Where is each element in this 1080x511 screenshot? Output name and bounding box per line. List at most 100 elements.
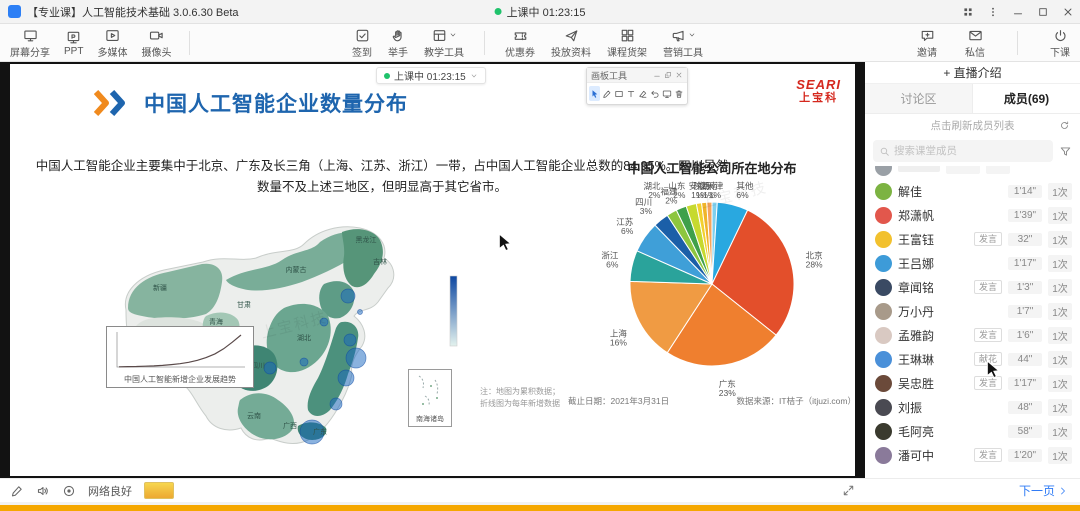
member-name: 解佳 [898,183,968,200]
member-row[interactable]: 万小丹发言1'7"1次 [865,299,1080,323]
member-row[interactable]: 王琳琳献花44"1次 [865,347,1080,371]
member-name: 万小丹 [898,303,968,320]
volume-icon[interactable] [36,484,50,498]
more-menu-icon[interactable] [980,0,1005,23]
toolbar-item-raise-hand[interactable]: 举手 [388,27,408,59]
toolbar-item-label: 多媒体 [97,44,127,59]
palette-titlebar[interactable]: 画板工具 [587,68,687,83]
avatar [875,375,892,392]
member-count: 1次 [1048,231,1072,248]
marketing-tools-icon [671,27,696,43]
record-icon[interactable] [62,484,76,498]
slide-thumbnail[interactable] [144,482,174,499]
toolbar-divider [1017,31,1018,55]
member-talk-time: 32" [1008,233,1042,246]
refresh-icon[interactable] [1059,120,1070,131]
fullscreen-icon[interactable] [842,484,855,497]
pen-tool-icon[interactable] [601,86,612,101]
member-row[interactable]: 毛阿亮发言58"1次 [865,419,1080,443]
member-count: 1次 [1048,351,1072,368]
palette-popout-icon[interactable] [664,71,672,79]
member-talk-time: 1'14" [1008,185,1042,198]
toolbar-item-check-in[interactable]: 签到 [352,27,372,59]
class-timer-text: 上课中 01:23:15 [394,68,466,83]
toolbar-item-label: 摄像头 [141,44,171,59]
member-count: 1次 [1048,279,1072,296]
tab-members[interactable]: 成员(69) [973,84,1080,113]
map-note: 注：地图为累积数据； 折线图为每年新增数据 [480,386,560,410]
south-sea-label: 南海诸岛 [409,414,451,424]
member-row[interactable]: 解佳发言1'14"1次 [865,179,1080,203]
toolbar-item-coupon[interactable]: 优惠券 [505,27,535,59]
refresh-members-row[interactable]: 点击刷新成员列表 [865,114,1080,136]
undo-tool-icon[interactable] [649,86,660,101]
member-row[interactable]: 郑潇帆发言1'39"1次 [865,203,1080,227]
member-count: 1次 [1048,183,1072,200]
trend-inset-chart: 中国人工智能新增企业发展趋势 [106,326,254,388]
search-input[interactable] [894,145,1047,157]
toolbar: 屏幕分享 PPT 多媒体摄像头 签到举手教学工具 优惠券投放资料课程货架营销工具 邀请… [0,24,1080,62]
member-row[interactable]: 章闻铭发言1'3"1次 [865,275,1080,299]
apps-grid-icon[interactable] [955,0,980,23]
filter-icon[interactable] [1059,145,1072,158]
tab-discussion[interactable]: 讨论区 [865,84,973,113]
member-row[interactable]: 刘振发言48"1次 [865,395,1080,419]
toolbar-item-materials[interactable]: 投放资料 [551,27,591,59]
toolbar-item-ppt[interactable]: PPT [64,29,83,57]
screen-tool-icon[interactable] [661,86,672,101]
slide-canvas: 上课中 01:23:15 画板工具 SEARI 上宝科 [10,64,855,476]
cursor-tool-icon[interactable] [589,86,600,101]
teaching-tools-icon [432,27,457,43]
member-count: 1次 [1048,423,1072,440]
toolbar-item-teaching-tools[interactable]: 教学工具 [424,27,464,59]
member-count: 1次 [1048,447,1072,464]
maximize-icon[interactable] [1030,0,1055,23]
toolbar-item-course-shelf[interactable]: 课程货架 [607,27,647,59]
toolbar-item-invite[interactable]: 邀请 [917,27,937,59]
rectangle-tool-icon[interactable] [613,86,624,101]
sidebar-tabs: 讨论区 成员(69) [865,84,1080,114]
toolbar-item-marketing-tools[interactable]: 营销工具 [663,27,703,59]
next-page-button[interactable]: 下一页 [1019,482,1068,499]
member-badge: 发言 [974,328,1002,342]
avatar [875,207,892,224]
member-badge: 发言 [974,280,1002,294]
toolbar-item-label: 屏幕分享 [10,44,50,59]
materials-icon [564,27,579,43]
member-row[interactable]: 吴忠胜发言1'17"1次 [865,371,1080,395]
annotate-icon[interactable] [10,484,24,498]
pie-label: 江苏6% [616,217,634,236]
palette-close-icon[interactable] [675,71,683,79]
toolbar-item-label: 私信 [965,44,985,59]
next-page-label: 下一页 [1019,482,1055,499]
chevron-down-icon [470,72,478,80]
class-timer-pill[interactable]: 上课中 01:23:15 [376,67,486,84]
live-intro-button[interactable]: + 直播介绍 [865,62,1080,84]
eraser-tool-icon[interactable] [637,86,648,101]
toolbar-divider [484,31,485,55]
chevrons-icon [94,90,134,116]
member-badge: 发言 [974,448,1002,462]
member-row-partial[interactable] [865,166,1080,179]
trash-tool-icon[interactable] [673,86,684,101]
brand-logo: SEARI 上宝科 [796,78,841,104]
text-tool-icon[interactable] [625,86,636,101]
member-row[interactable]: 王吕娜发言1'17"1次 [865,251,1080,275]
toolbar-group-right: 邀请私信 下课 [917,24,1070,62]
search-box[interactable] [873,140,1053,162]
toolbar-item-screen-share[interactable]: 屏幕分享 [10,27,50,59]
member-row[interactable]: 王富钰发言32"1次 [865,227,1080,251]
member-row[interactable]: 潘可中发言1'20"1次 [865,443,1080,467]
toolbar-item-private-message[interactable]: 私信 [965,27,985,59]
toolbar-item-camera[interactable]: 摄像头 [141,27,171,59]
member-row[interactable]: 孟雅韵发言1'6"1次 [865,323,1080,347]
chevron-down-icon [449,31,457,39]
close-icon[interactable] [1055,0,1080,23]
toolbar-item-media[interactable]: 多媒体 [97,27,127,59]
live-dot-icon [495,8,502,15]
minimize-icon[interactable] [1005,0,1030,23]
map-label: 广东 [313,427,327,436]
palette-minimize-icon[interactable] [653,71,661,79]
window-controls [955,0,1080,23]
toolbar-item-end-class[interactable]: 下课 [1050,27,1070,59]
